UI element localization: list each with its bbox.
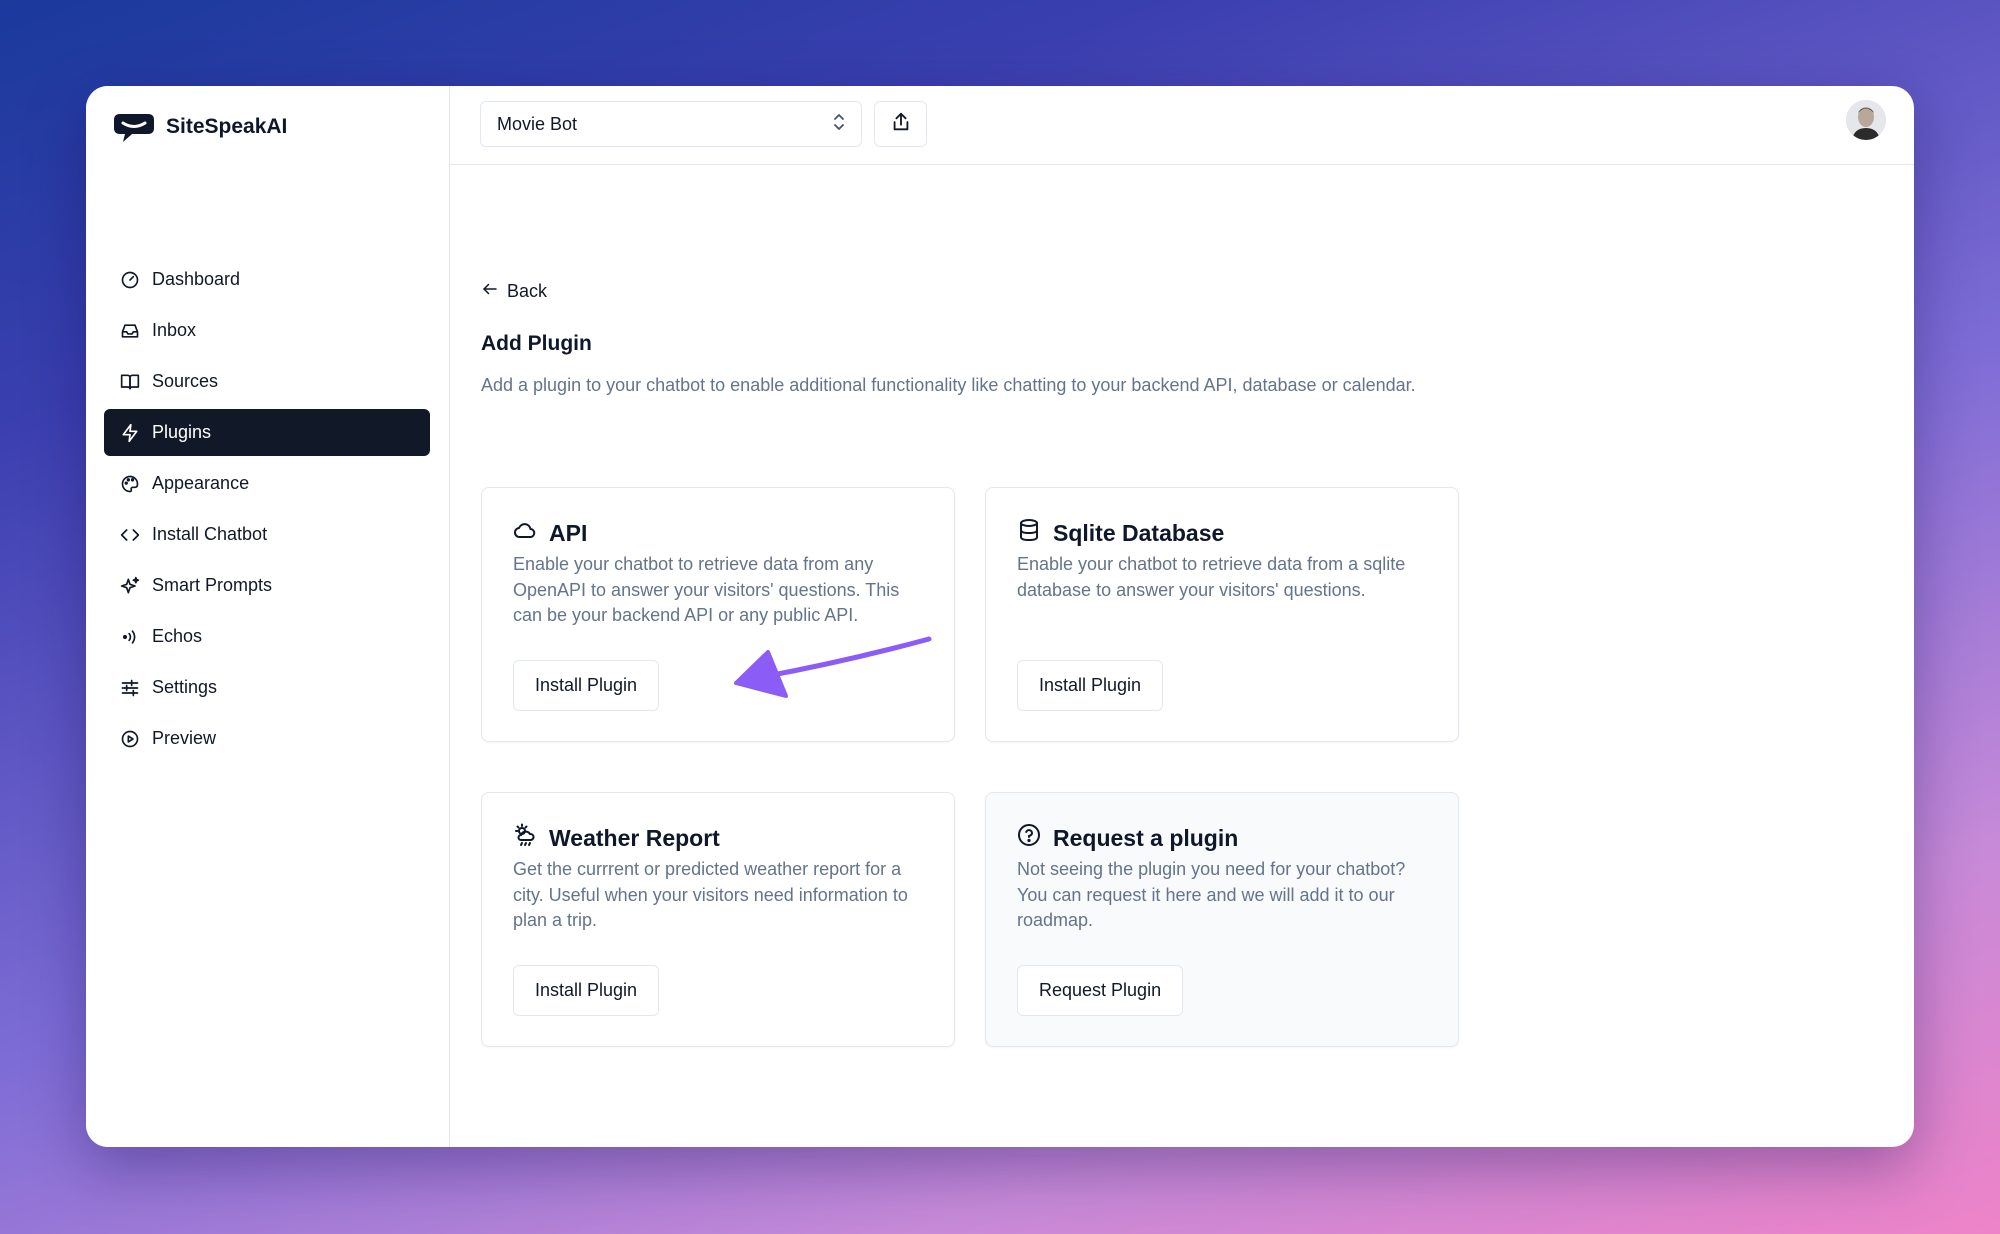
plugin-description: Get the currrent or predicted weather re… [513,859,908,930]
install-plugin-button[interactable]: Install Plugin [513,660,660,711]
plugin-title: Weather Report [549,824,720,851]
sidebar-item-settings[interactable]: Settings [104,664,430,711]
sidebar-item-label: Echos [152,626,203,646]
plugin-title: API [549,519,588,546]
plugin-card-header: Request a plugin [1017,823,1238,853]
sidebar-item-dashboard[interactable]: Dashboard [104,256,430,303]
plugin-card-sqlite: Sqlite Database Enable your chatbot to r… [985,487,1459,742]
cloud-icon [513,518,537,548]
brand-name: SiteSpeakAI [166,115,288,138]
speech-bubble-logo-icon [114,110,154,144]
palette-icon [120,474,140,494]
book-icon [120,372,140,392]
sidebar-item-preview[interactable]: Preview [104,715,430,762]
main-content: Back Add Plugin Add a plugin to your cha… [450,165,1914,1147]
plugin-card-api: API Enable your chatbot to retrieve data… [481,487,955,742]
bot-select[interactable]: Movie Bot [480,101,862,147]
plugin-description: Enable your chatbot to retrieve data fro… [1017,554,1406,600]
plugin-title: Request a plugin [1053,824,1239,851]
help-circle-icon [1017,823,1041,853]
back-link[interactable]: Back [481,280,547,303]
bot-select-value: Movie Bot [497,113,578,134]
sidebar-item-label: Inbox [152,320,197,340]
app-window: SiteSpeakAI Dashboard Inbox Sources Plug… [86,86,1914,1147]
sidebar-item-label: Appearance [152,473,250,493]
plugin-card-header: Weather Report [513,823,720,853]
plugin-card-header: API [513,518,587,548]
plugin-description: Not seeing the plugin you need for your … [1017,859,1406,930]
install-plugin-button[interactable]: Install Plugin [1017,660,1164,711]
sidebar-item-label: Dashboard [152,269,241,289]
share-icon [890,111,912,138]
back-label: Back [507,281,548,301]
sidebar: SiteSpeakAI Dashboard Inbox Sources Plug… [86,86,450,1147]
plugin-card-header: Sqlite Database [1017,518,1224,548]
sidebar-item-install-chatbot[interactable]: Install Chatbot [104,511,430,558]
install-plugin-button[interactable]: Install Plugin [513,965,660,1016]
sidebar-item-label: Settings [152,677,218,697]
plugin-description: Enable your chatbot to retrieve data fro… [513,554,900,625]
plugin-card-request: Request a plugin Not seeing the plugin y… [985,792,1459,1047]
plugin-card-weather: Weather Report Get the currrent or predi… [481,792,955,1047]
request-plugin-button[interactable]: Request Plugin [1017,965,1184,1016]
broadcast-icon [120,627,140,647]
sidebar-item-plugins[interactable]: Plugins [104,409,430,456]
gauge-icon [120,270,140,290]
sidebar-nav: Dashboard Inbox Sources Plugins Appearan… [104,256,430,766]
sidebar-item-label: Install Chatbot [152,524,268,544]
sidebar-item-smart-prompts[interactable]: Smart Prompts [104,562,430,609]
sliders-icon [120,678,140,698]
topbar: Movie Bot [450,86,1914,165]
sidebar-item-label: Sources [152,371,219,391]
share-button[interactable] [874,101,927,147]
bolt-icon [120,423,140,443]
arrow-left-icon [481,280,499,303]
sidebar-item-echos[interactable]: Echos [104,613,430,660]
sidebar-item-label: Smart Prompts [152,575,273,595]
chevrons-up-down-icon [831,112,847,137]
database-icon [1017,518,1041,548]
page-title: Add Plugin [481,332,592,355]
user-avatar[interactable] [1846,100,1886,140]
sidebar-item-inbox[interactable]: Inbox [104,307,430,354]
sidebar-item-appearance[interactable]: Appearance [104,460,430,507]
sparkles-icon [120,576,140,596]
page-description: Add a plugin to your chatbot to enable a… [481,375,1416,395]
sidebar-item-label: Plugins [152,422,212,442]
brand[interactable]: SiteSpeakAI [114,110,287,144]
code-icon [120,525,140,545]
sidebar-item-label: Preview [152,728,217,748]
play-circle-icon [120,729,140,749]
inbox-icon [120,321,140,341]
sidebar-item-sources[interactable]: Sources [104,358,430,405]
plugin-title: Sqlite Database [1053,519,1225,546]
weather-icon [513,823,537,853]
